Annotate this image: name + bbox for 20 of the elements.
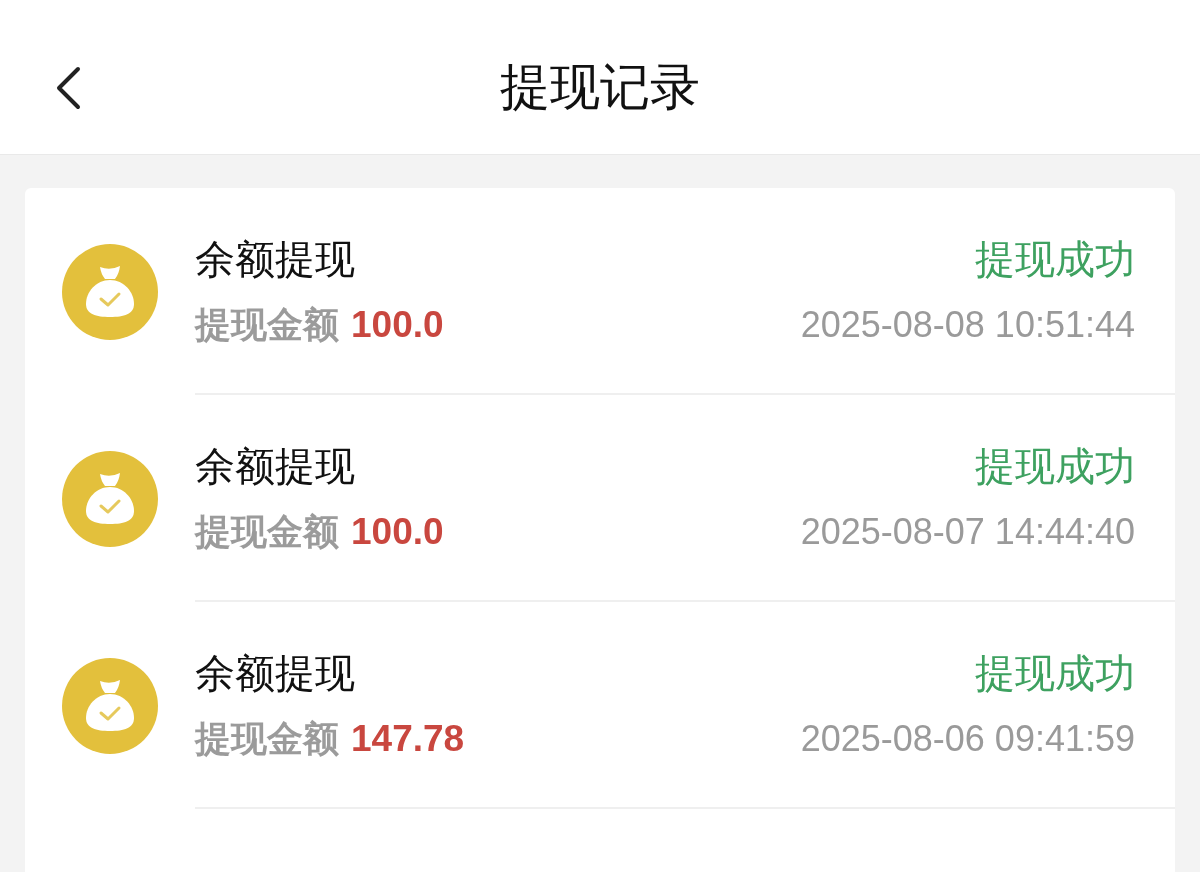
amount-value: 147.78 — [351, 716, 465, 761]
record-title: 余额提现 — [195, 649, 355, 697]
record-time: 2025-08-07 14:44:40 — [800, 509, 1135, 554]
money-bag-check-icon — [62, 243, 158, 340]
record-title: 余额提现 — [195, 442, 355, 490]
money-bag-check-icon — [62, 657, 158, 754]
status-text: 提现成功 — [975, 442, 1135, 490]
amount-label: 提现金额 — [195, 302, 339, 347]
amount-label: 提现金额 — [195, 716, 339, 761]
record-time: 2025-08-06 09:41:59 — [800, 716, 1135, 761]
amount-label: 提现金额 — [195, 509, 339, 554]
money-bag-check-icon — [62, 450, 158, 547]
chevron-left-icon — [54, 66, 82, 110]
status-text: 提现成功 — [975, 235, 1135, 283]
page-title: 提现记录 — [500, 58, 700, 117]
record-title: 余额提现 — [195, 235, 355, 283]
record-time: 2025-08-08 10:51:44 — [800, 302, 1135, 347]
status-text: 提现成功 — [975, 649, 1135, 697]
amount-value: 100.0 — [351, 509, 444, 554]
amount-value: 100.0 — [351, 302, 444, 347]
